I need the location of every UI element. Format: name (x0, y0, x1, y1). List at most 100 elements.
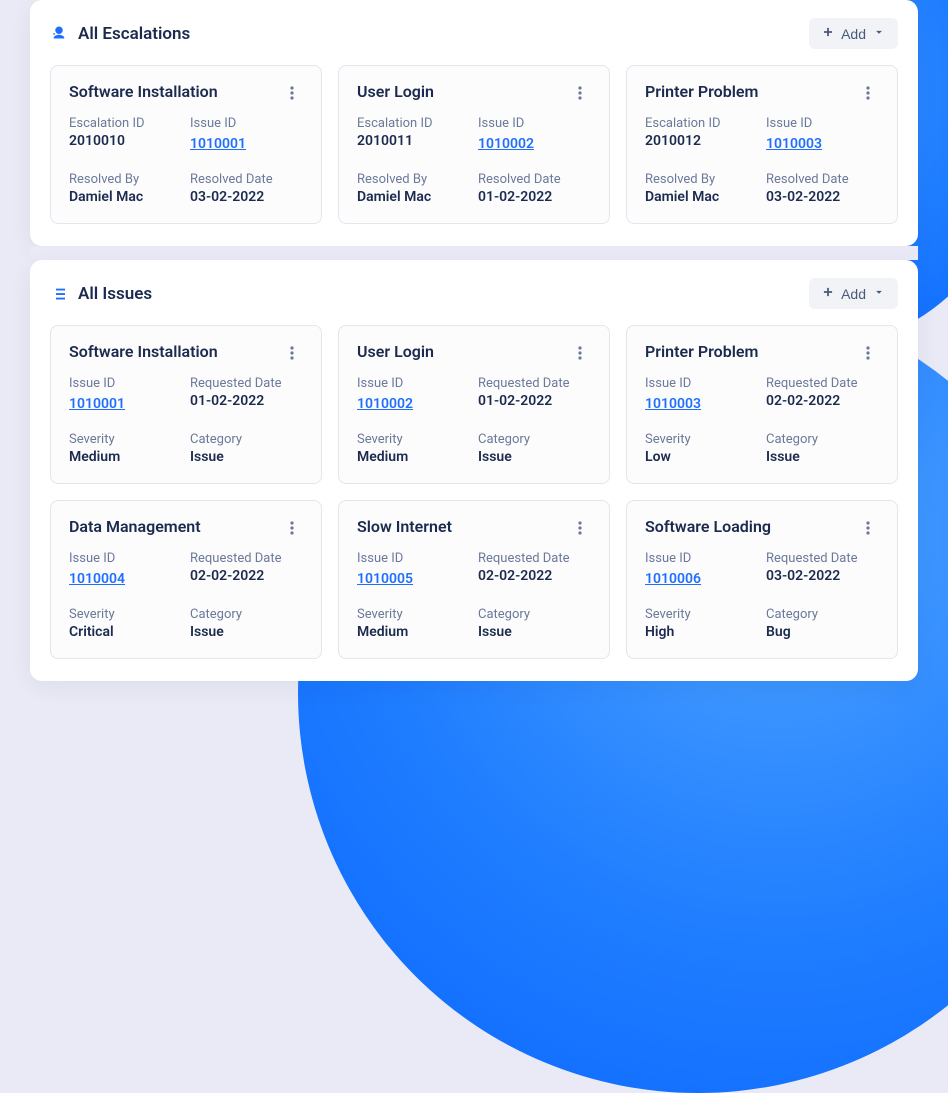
resolved-date-value: 03-02-2022 (190, 189, 303, 205)
chevron-down-icon (872, 285, 886, 302)
issue-id-link[interactable]: 1010003 (766, 136, 822, 152)
category-label: Category (190, 607, 303, 622)
escalation-card: User Login Escalation ID 2010011 Issue I… (338, 65, 610, 224)
requested-date-label: Requested Date (766, 376, 879, 391)
issue-card-title: Printer Problem (645, 342, 758, 361)
escalation-id-value: 2010010 (69, 133, 182, 149)
card-menu-button[interactable] (857, 342, 879, 364)
resolved-by-label: Resolved By (645, 172, 758, 187)
chevron-down-icon (872, 25, 886, 42)
card-menu-button[interactable] (281, 82, 303, 104)
issue-id-label: Issue ID (69, 376, 182, 391)
issue-card: Printer Problem Issue ID 1010003 Request… (626, 325, 898, 484)
category-label: Category (190, 432, 303, 447)
issue-id-label: Issue ID (645, 376, 758, 391)
escalations-panel: All Escalations Add Software Installatio… (30, 0, 918, 246)
severity-label: Severity (357, 432, 470, 447)
add-escalation-button[interactable]: Add (809, 18, 898, 49)
requested-date-label: Requested Date (190, 376, 303, 391)
issue-card: Slow Internet Issue ID 1010005 Requested… (338, 500, 610, 659)
add-issue-button[interactable]: Add (809, 278, 898, 309)
issue-card-title: Slow Internet (357, 517, 452, 536)
issues-header: All Issues Add (50, 278, 898, 309)
resolved-date-label: Resolved Date (766, 172, 879, 187)
card-menu-button[interactable] (857, 517, 879, 539)
card-menu-button[interactable] (857, 82, 879, 104)
issues-title: All Issues (78, 284, 152, 304)
card-menu-button[interactable] (281, 517, 303, 539)
issue-id-link[interactable]: 1010003 (645, 396, 701, 412)
issue-id-link[interactable]: 1010002 (478, 136, 534, 152)
issue-card: Software Installation Issue ID 1010001 R… (50, 325, 322, 484)
add-issue-label: Add (841, 286, 866, 302)
severity-value: Medium (357, 624, 470, 640)
issue-id-label: Issue ID (645, 551, 758, 566)
plus-icon (821, 285, 835, 302)
requested-date-value: 02-02-2022 (766, 393, 879, 409)
resolved-by-value: Damiel Mac (357, 189, 470, 205)
escalation-card: Software Installation Escalation ID 2010… (50, 65, 322, 224)
resolved-by-label: Resolved By (357, 172, 470, 187)
escalation-card-title: Printer Problem (645, 82, 758, 101)
category-value: Issue (766, 449, 879, 465)
issue-id-label: Issue ID (69, 551, 182, 566)
category-value: Issue (190, 449, 303, 465)
escalation-id-label: Escalation ID (645, 116, 758, 131)
issue-id-link[interactable]: 1010001 (69, 396, 125, 412)
category-value: Issue (190, 624, 303, 640)
category-label: Category (766, 607, 879, 622)
issues-panel: All Issues Add Software Installation Iss… (30, 260, 918, 681)
escalation-id-value: 2010011 (357, 133, 470, 149)
issue-card: Software Loading Issue ID 1010006 Reques… (626, 500, 898, 659)
issue-id-link[interactable]: 1010001 (190, 136, 246, 152)
requested-date-value: 02-02-2022 (478, 568, 591, 584)
resolved-by-value: Damiel Mac (645, 189, 758, 205)
card-menu-button[interactable] (281, 342, 303, 364)
plus-icon (821, 25, 835, 42)
issue-id-label: Issue ID (766, 116, 879, 131)
severity-value: Medium (357, 449, 470, 465)
category-label: Category (478, 432, 591, 447)
issue-card-title: Software Loading (645, 517, 771, 536)
requested-date-label: Requested Date (190, 551, 303, 566)
card-menu-button[interactable] (569, 342, 591, 364)
issue-id-label: Issue ID (478, 116, 591, 131)
issue-id-link[interactable]: 1010002 (357, 396, 413, 412)
issue-id-link[interactable]: 1010006 (645, 571, 701, 587)
resolved-date-value: 03-02-2022 (766, 189, 879, 205)
add-escalation-label: Add (841, 26, 866, 42)
escalations-title: All Escalations (78, 24, 190, 44)
requested-date-value: 01-02-2022 (190, 393, 303, 409)
card-menu-button[interactable] (569, 517, 591, 539)
category-label: Category (478, 607, 591, 622)
resolved-by-value: Damiel Mac (69, 189, 182, 205)
escalation-card-title: Software Installation (69, 82, 218, 101)
issue-id-link[interactable]: 1010004 (69, 571, 125, 587)
issues-title-wrap: All Issues (50, 284, 152, 304)
requested-date-label: Requested Date (766, 551, 879, 566)
issue-card-title: Software Installation (69, 342, 218, 361)
issue-id-label: Issue ID (357, 551, 470, 566)
escalation-id-label: Escalation ID (69, 116, 182, 131)
escalation-cards-grid: Software Installation Escalation ID 2010… (50, 65, 898, 224)
issue-id-link[interactable]: 1010005 (357, 571, 413, 587)
escalation-card-title: User Login (357, 82, 434, 101)
severity-label: Severity (357, 607, 470, 622)
escalations-title-wrap: All Escalations (50, 24, 190, 44)
escalations-header: All Escalations Add (50, 18, 898, 49)
resolved-date-label: Resolved Date (190, 172, 303, 187)
severity-value: Critical (69, 624, 182, 640)
requested-date-value: 02-02-2022 (190, 568, 303, 584)
issue-card-title: Data Management (69, 517, 201, 536)
escalation-id-value: 2010012 (645, 133, 758, 149)
escalation-id-label: Escalation ID (357, 116, 470, 131)
issue-id-label: Issue ID (190, 116, 303, 131)
severity-value: Low (645, 449, 758, 465)
issue-card: Data Management Issue ID 1010004 Request… (50, 500, 322, 659)
resolved-date-value: 01-02-2022 (478, 189, 591, 205)
category-value: Issue (478, 449, 591, 465)
severity-label: Severity (69, 607, 182, 622)
requested-date-label: Requested Date (478, 551, 591, 566)
category-label: Category (766, 432, 879, 447)
card-menu-button[interactable] (569, 82, 591, 104)
